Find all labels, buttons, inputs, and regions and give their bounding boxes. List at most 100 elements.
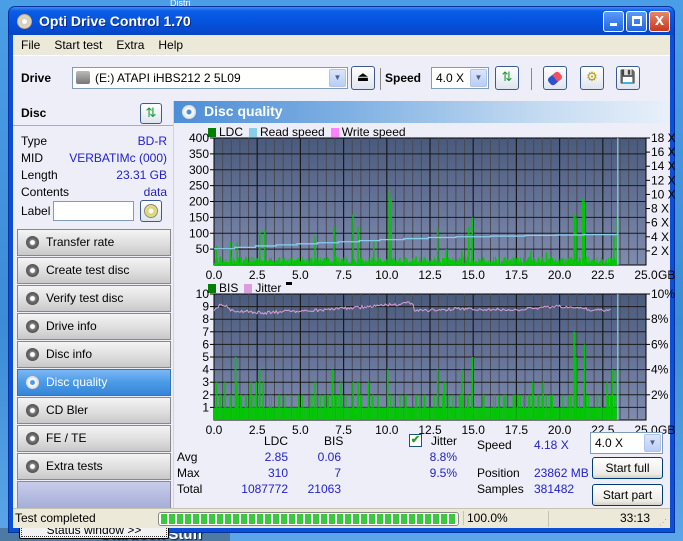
nav-disc-info[interactable]: Disc info [17, 341, 171, 368]
jitter-checkbox[interactable]: ✔ [409, 434, 422, 447]
bis-bar [480, 407, 482, 420]
ldc-bar [496, 259, 498, 265]
speed-select-value: 4.0 X [436, 71, 465, 85]
nav-create-test-disc[interactable]: Create test disc [17, 257, 171, 284]
bis-bar [493, 407, 495, 420]
menu-extra[interactable]: Extra [116, 38, 144, 52]
bis-bar [569, 394, 571, 420]
bis-bar [599, 407, 601, 420]
bis-bar [277, 407, 279, 420]
bis-bar [419, 394, 421, 420]
stats-max-bis: 7 [334, 466, 341, 480]
ldc-bar [251, 256, 253, 265]
disc-refresh-button[interactable]: ⇅ [140, 103, 162, 124]
ldc-bar [601, 259, 603, 265]
chevron-down-icon[interactable]: ▼ [644, 434, 661, 452]
bis-bar [520, 407, 522, 420]
stats-header-jitter: Jitter [431, 434, 458, 448]
minimize-button[interactable] [603, 11, 624, 32]
bis-bar [578, 394, 580, 420]
nav-drive-info[interactable]: Drive info [17, 313, 171, 340]
drive-select[interactable]: (E:) ATAPI iHBS212 2 5L09 ▼ [72, 67, 348, 89]
bis-bar [348, 407, 350, 420]
bis-bar [342, 394, 344, 420]
nav-fe-te[interactable]: FE / TE [17, 425, 171, 452]
bis-bar [296, 407, 298, 420]
elapsed-time: 33:13 [619, 511, 650, 525]
bis-bar [560, 407, 562, 420]
ldc-bar [287, 259, 289, 265]
ldc-bar [363, 260, 365, 265]
nav-verify-test-disc[interactable]: Verify test disc [17, 285, 171, 312]
ldc-bar [405, 257, 407, 265]
ldc-bar [513, 258, 515, 265]
bis-bar [568, 407, 570, 420]
bis-bar [448, 394, 450, 420]
nav-extra-tests[interactable]: Extra tests [17, 453, 171, 480]
nav-cd-bler[interactable]: CD Bler [17, 397, 171, 424]
bis-bar [240, 394, 242, 420]
close-button[interactable]: X [649, 11, 670, 32]
save-button[interactable]: 💾 [616, 66, 640, 90]
erase-button[interactable] [543, 66, 567, 90]
maximize-button[interactable] [626, 11, 647, 32]
start-full-button[interactable]: Start full [592, 457, 663, 479]
ldc-bar [612, 259, 614, 265]
ldc-bar [279, 257, 281, 265]
ldc-bar [606, 262, 608, 265]
menu-help[interactable]: Help [158, 38, 183, 52]
ldc-bar [378, 258, 380, 265]
ldc-bar [345, 256, 347, 265]
bis-bar [219, 394, 221, 420]
bis-bar [361, 394, 363, 420]
bis-spike [542, 382, 544, 420]
ldc-bar [421, 261, 423, 265]
eject-button[interactable]: ⏏ [351, 66, 375, 90]
ldc-bar [466, 256, 469, 265]
close-icon: X [654, 14, 665, 28]
ldc-bar [366, 262, 368, 265]
bis-bar [229, 394, 231, 420]
ldc-bar [275, 260, 277, 265]
resize-grip-icon[interactable]: ⋰ [659, 518, 667, 527]
ldc-bar [401, 262, 403, 265]
speed-select[interactable]: 4.0 X ▼ [431, 67, 489, 89]
bis-bar [300, 407, 302, 420]
bis-bar [230, 394, 232, 420]
nav-disc-quality[interactable]: Disc quality [17, 369, 171, 396]
chevron-down-icon[interactable]: ▼ [329, 69, 346, 87]
start-part-button[interactable]: Start part [592, 484, 663, 506]
bis-bar [487, 407, 489, 420]
disc-label-input[interactable] [53, 201, 134, 221]
ldc-bar [516, 258, 518, 265]
ldc-bar [596, 257, 598, 265]
bis-bar [539, 407, 541, 420]
toolbar-separator [380, 68, 381, 90]
bis-bar [529, 394, 531, 420]
test-speed-select[interactable]: 4.0 X ▼ [590, 432, 663, 454]
bis-bar [602, 407, 604, 420]
bis-bar [379, 407, 381, 420]
bis-bar [505, 394, 507, 420]
ldc-bar [288, 262, 290, 265]
bis-bar [233, 407, 235, 420]
menu-start-test[interactable]: Start test [54, 38, 102, 52]
bis-bar [590, 407, 592, 420]
ldc-bar [260, 260, 262, 265]
bis-bar [391, 407, 393, 420]
disc-label-button[interactable] [140, 200, 162, 222]
bis-bar [369, 407, 371, 420]
title-bar[interactable]: Opti Drive Control 1.70 X [9, 7, 674, 35]
ldc-bar [219, 256, 221, 265]
chevron-down-icon[interactable]: ▼ [470, 69, 487, 87]
settings-button[interactable]: ⚙ [580, 66, 604, 90]
nav-label: Transfer rate [46, 235, 115, 249]
refresh-button[interactable]: ⇅ [495, 66, 519, 90]
nav-transfer-rate[interactable]: Transfer rate [17, 229, 171, 256]
ldc-bar [529, 256, 531, 265]
samples-value: 381482 [534, 482, 575, 496]
menu-file[interactable]: File [21, 38, 40, 52]
bis-bar [396, 407, 398, 420]
ldc-bar [438, 258, 441, 265]
bis-bar [260, 407, 262, 420]
